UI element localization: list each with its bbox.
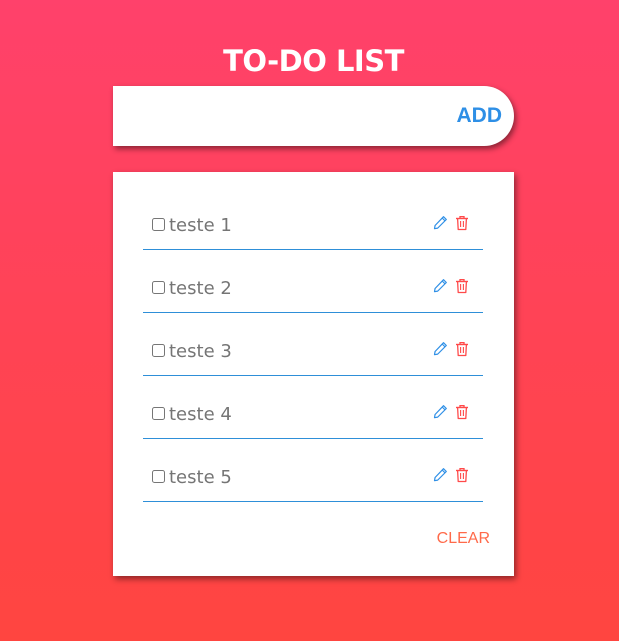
todo-checkbox[interactable] [152, 407, 165, 420]
todo-item: teste 5 [143, 449, 483, 512]
add-todo-bar: ADD [113, 86, 514, 146]
todo-item: teste 3 [143, 323, 483, 386]
pencil-icon[interactable] [433, 467, 448, 482]
todo-card: teste 1 teste 2 teste 3 teste 4 teste 5 … [113, 172, 514, 576]
todo-checkbox[interactable] [152, 344, 165, 357]
todo-checkbox[interactable] [152, 470, 165, 483]
todo-row: teste 1 [143, 197, 483, 250]
pencil-icon[interactable] [433, 404, 448, 419]
pencil-icon[interactable] [433, 278, 448, 293]
todo-item: teste 4 [143, 386, 483, 449]
trash-icon[interactable] [455, 404, 469, 420]
todo-item: teste 1 [143, 197, 483, 260]
todo-text: teste 3 [169, 341, 232, 362]
clear-button[interactable]: CLEAR [437, 530, 490, 548]
trash-icon[interactable] [455, 467, 469, 483]
trash-icon[interactable] [455, 278, 469, 294]
todo-text: teste 2 [169, 278, 232, 299]
todo-text: teste 4 [169, 404, 232, 425]
todo-row: teste 5 [143, 449, 483, 502]
todo-row: teste 4 [143, 386, 483, 439]
todo-text: teste 5 [169, 467, 232, 488]
pencil-icon[interactable] [433, 215, 448, 230]
todo-list: teste 1 teste 2 teste 3 teste 4 teste 5 [143, 197, 483, 512]
todo-row: teste 3 [143, 323, 483, 376]
todo-text: teste 1 [169, 215, 232, 236]
todo-input[interactable] [113, 86, 433, 146]
todo-checkbox[interactable] [152, 281, 165, 294]
todo-checkbox[interactable] [152, 218, 165, 231]
pencil-icon[interactable] [433, 341, 448, 356]
page-title: TO-DO LIST [223, 44, 404, 79]
trash-icon[interactable] [455, 341, 469, 357]
todo-item: teste 2 [143, 260, 483, 323]
add-button[interactable]: ADD [457, 86, 503, 146]
trash-icon[interactable] [455, 215, 469, 231]
todo-row: teste 2 [143, 260, 483, 313]
